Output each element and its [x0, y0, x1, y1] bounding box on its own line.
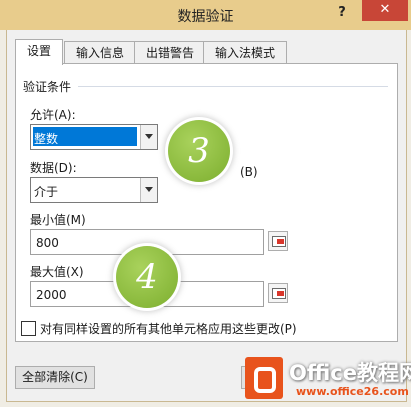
callout-step-3: 3: [168, 120, 230, 182]
office-logo-icon: [245, 357, 283, 399]
apply-all-label: 对有同样设置的所有其他单元格应用这些更改(P): [40, 322, 297, 336]
group-title: 验证条件: [23, 80, 72, 94]
tab-settings[interactable]: 设置: [15, 39, 63, 65]
data-dropdown[interactable]: 介于: [30, 177, 158, 203]
tab-ime-mode[interactable]: 输入法模式: [203, 41, 287, 64]
clear-all-button[interactable]: 全部清除(C): [15, 366, 95, 389]
callout-step-4: 4: [116, 246, 178, 308]
dialog-client: 设置 输入信息 出错警告 输入法模式 验证条件 允许(A): 整数 (B) 数据…: [6, 30, 407, 402]
allow-value: 整数: [34, 132, 59, 146]
max-label: 最大值(X): [30, 265, 84, 279]
data-label: 数据(D):: [30, 161, 77, 175]
chevron-down-icon[interactable]: [140, 125, 157, 149]
settings-panel: 验证条件 允许(A): 整数 (B) 数据(D): 介于 最小值(M) 800 …: [15, 63, 398, 342]
data-value: 介于: [34, 185, 59, 199]
allow-dropdown[interactable]: 整数: [30, 124, 158, 150]
chevron-down-icon[interactable]: [140, 178, 157, 202]
collapse-dialog-icon[interactable]: [268, 283, 288, 303]
allow-label: 允许(A):: [30, 108, 76, 122]
apply-all-checkbox[interactable]: [21, 321, 36, 336]
group-divider: [78, 86, 388, 87]
watermark-brand: Office教程网: [289, 361, 411, 385]
collapse-dialog-icon[interactable]: [268, 231, 288, 251]
title-bar: 数据验证 ? ✕: [0, 0, 411, 30]
watermark-url: www.office26.com: [296, 385, 409, 398]
tab-error-alert[interactable]: 出错警告: [134, 41, 206, 64]
min-value: 800: [36, 236, 59, 250]
help-button[interactable]: ?: [334, 5, 350, 23]
min-label: 最小值(M): [30, 213, 86, 227]
tab-input-message[interactable]: 输入信息: [64, 41, 136, 64]
max-value: 2000: [36, 288, 67, 302]
watermark-logo: Office教程网 www.office26.com: [241, 354, 411, 407]
close-button[interactable]: ✕: [362, 0, 408, 21]
ignore-blank-fragment: (B): [240, 165, 258, 179]
